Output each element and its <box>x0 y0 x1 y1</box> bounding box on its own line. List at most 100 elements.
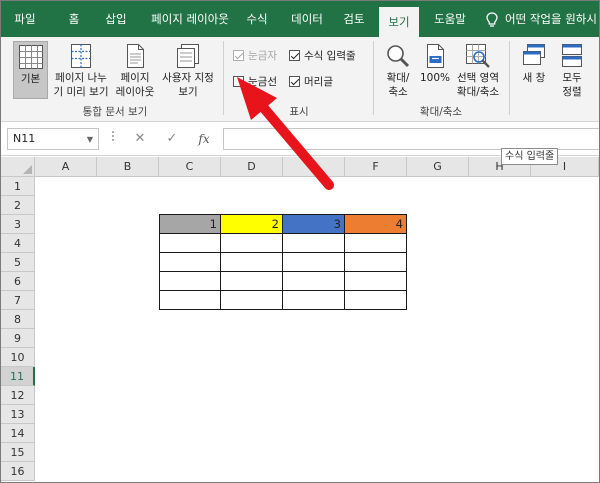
cell-e6[interactable] <box>283 272 345 291</box>
tab-help[interactable]: 도움말 <box>427 1 473 37</box>
zoom-100-label: 100% <box>419 72 451 84</box>
headings-checkbox-box <box>289 76 300 87</box>
gridlines-checkbox[interactable]: 눈금선 <box>233 75 277 89</box>
new-window-button[interactable]: 새 창 <box>515 41 553 99</box>
row-header-8[interactable]: 8 <box>1 310 35 329</box>
row-header-10[interactable]: 10 <box>1 348 35 367</box>
cell-e7[interactable] <box>283 291 345 310</box>
zoom-label-1: 확대/ <box>386 72 410 84</box>
excel-window: 파일 홈 삽입 페이지 레이아웃 수식 데이터 검토 보기 도움말 어떤 작업을… <box>0 0 600 483</box>
formula-bar-resize-handle[interactable] <box>112 131 114 147</box>
zoom-to-selection-button[interactable]: 선택 영역 확대/축소 <box>453 41 503 99</box>
row-header-6[interactable]: 6 <box>1 272 35 291</box>
page-layout-label-1: 페이지 <box>120 72 150 84</box>
tab-review[interactable]: 검토 <box>337 1 371 37</box>
cell-d4[interactable] <box>221 234 283 253</box>
column-header-a[interactable]: A <box>35 157 97 177</box>
row-header-13[interactable]: 13 <box>1 405 35 424</box>
row-header-7[interactable]: 7 <box>1 291 35 310</box>
cell-c7[interactable] <box>159 291 221 310</box>
tab-data[interactable]: 데이터 <box>285 1 329 37</box>
enter-icon[interactable]: ✓ <box>161 128 183 150</box>
formula-bar-checkbox[interactable]: 수식 입력줄 <box>289 49 356 63</box>
cell-e5[interactable] <box>283 253 345 272</box>
row-header-9[interactable]: 9 <box>1 329 35 348</box>
page-break-label-2: 기 미리 보기 <box>53 86 109 98</box>
cell-f4[interactable] <box>345 234 407 253</box>
column-header-e[interactable]: E <box>283 157 345 177</box>
cancel-icon[interactable]: ✕ <box>129 128 151 150</box>
zoom-button[interactable]: 확대/ 축소 <box>379 41 417 99</box>
arrange-all-icon <box>562 44 582 67</box>
name-box[interactable]: N11 ▼ <box>7 128 99 150</box>
arrange-all-label-1: 모두 <box>562 72 582 84</box>
column-header-b[interactable]: B <box>97 157 159 177</box>
cell-c6[interactable] <box>159 272 221 291</box>
row-header-15[interactable]: 15 <box>1 443 35 462</box>
page-layout-view-button[interactable]: 페이지 레이아웃 <box>113 41 157 99</box>
group-separator <box>373 41 374 115</box>
ruler-label: 눈금자 <box>248 50 277 62</box>
select-all-button[interactable] <box>1 157 35 177</box>
cell-c5[interactable] <box>159 253 221 272</box>
ruler-checkbox[interactable]: 눈금자 <box>233 49 277 63</box>
chevron-down-icon[interactable]: ▼ <box>87 130 93 150</box>
cell-f7[interactable] <box>345 291 407 310</box>
row-header-4[interactable]: 4 <box>1 234 35 253</box>
cell-e3[interactable]: 3 <box>283 214 345 234</box>
custom-views-button[interactable]: 사용자 지정 보기 <box>159 41 217 99</box>
tab-view[interactable]: 보기 <box>379 7 419 37</box>
cell-d7[interactable] <box>221 291 283 310</box>
normal-view-icon <box>18 45 43 69</box>
cell-d5[interactable] <box>221 253 283 272</box>
cell-e4[interactable] <box>283 234 345 253</box>
page-break-label-1: 페이지 나누 <box>55 72 107 84</box>
zoom-selection-label-2: 확대/축소 <box>456 86 500 98</box>
column-header-d[interactable]: D <box>221 157 283 177</box>
cell-c3[interactable]: 1 <box>159 214 221 234</box>
column-header-c[interactable]: C <box>159 157 221 177</box>
row-header-11[interactable]: 11 <box>1 367 35 386</box>
headings-checkbox[interactable]: 머리글 <box>289 75 333 89</box>
arrange-all-label-2: 정렬 <box>562 86 582 98</box>
cell-f3[interactable]: 4 <box>345 214 407 234</box>
new-window-icon <box>523 44 545 65</box>
insert-function-icon[interactable]: fx <box>193 128 215 150</box>
zoom-to-selection-icon <box>466 44 490 68</box>
tab-page-layout[interactable]: 페이지 레이아웃 <box>143 1 237 37</box>
headings-label: 머리글 <box>304 76 333 88</box>
row-header-14[interactable]: 14 <box>1 424 35 443</box>
worksheet-grid[interactable]: ABCDEFGHI 1 2 3 4 5 6 7 8 9 10 11 12 13 14 15 16 1234 <box>1 157 599 482</box>
row-header-16[interactable]: 16 <box>1 462 35 481</box>
column-header-g[interactable]: G <box>407 157 469 177</box>
normal-view-button[interactable]: 기본 <box>13 41 48 99</box>
zoom-selection-label-1: 선택 영역 <box>457 72 499 84</box>
cell-c4[interactable] <box>159 234 221 253</box>
lightbulb-icon[interactable] <box>485 12 499 28</box>
tab-formulas[interactable]: 수식 <box>241 1 273 37</box>
gridlines-checkbox-box <box>233 76 244 87</box>
tab-file[interactable]: 파일 <box>7 1 43 37</box>
normal-view-label: 기본 <box>20 73 41 85</box>
formula-bar-checkbox-box <box>289 50 300 61</box>
cell-d6[interactable] <box>221 272 283 291</box>
row-header-3[interactable]: 3 <box>1 215 35 234</box>
tab-insert[interactable]: 삽입 <box>98 1 134 37</box>
page-layout-label-2: 레이아웃 <box>115 86 155 98</box>
row-header-2[interactable]: 2 <box>1 196 35 215</box>
new-window-label: 새 창 <box>522 72 546 84</box>
row-header-5[interactable]: 5 <box>1 253 35 272</box>
row-header-1[interactable]: 1 <box>1 177 35 196</box>
cell-f5[interactable] <box>345 253 407 272</box>
cell-d3[interactable]: 2 <box>221 214 283 234</box>
formula-input[interactable] <box>223 128 599 150</box>
zoom-100-button[interactable]: 100% <box>419 41 451 99</box>
tab-home[interactable]: 홈 <box>61 1 87 37</box>
arrange-all-button[interactable]: 모두 정렬 <box>555 41 589 99</box>
cell-f6[interactable] <box>345 272 407 291</box>
group-separator <box>509 41 510 115</box>
tell-me-search[interactable]: 어떤 작업을 원하시 <box>505 1 597 37</box>
row-header-12[interactable]: 12 <box>1 386 35 405</box>
column-header-f[interactable]: F <box>345 157 407 177</box>
page-break-preview-button[interactable]: 페이지 나누 기 미리 보기 <box>51 41 111 99</box>
